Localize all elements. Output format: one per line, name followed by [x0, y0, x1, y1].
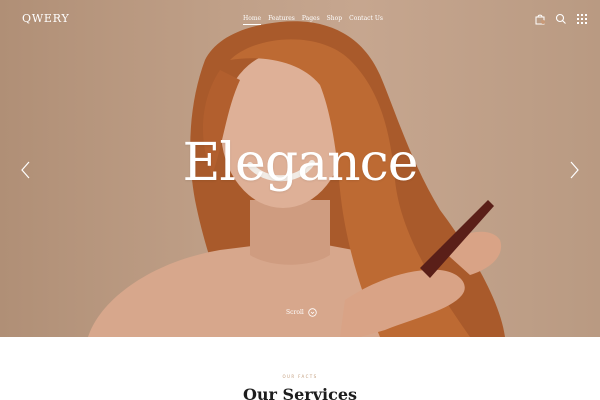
- nav-item-pages[interactable]: Pages: [302, 15, 320, 22]
- chevron-right-icon[interactable]: [567, 160, 581, 180]
- chevron-left-icon[interactable]: [19, 160, 33, 180]
- neck: [250, 200, 330, 265]
- services-eyebrow: OUR FACTS: [282, 374, 318, 379]
- bag-icon[interactable]: [534, 13, 546, 25]
- header-actions: [534, 13, 588, 25]
- grid-menu-icon[interactable]: [576, 13, 588, 25]
- nav-item-home[interactable]: Home: [243, 15, 262, 25]
- site-logo[interactable]: QWERY: [22, 12, 70, 25]
- nav-item-contact-us[interactable]: Contact Us: [349, 15, 383, 22]
- main-nav: Home Features Pages Shop Contact Us: [243, 15, 383, 25]
- scroll-arrow-icon: [308, 308, 317, 317]
- nav-item-shop[interactable]: Shop: [327, 15, 342, 22]
- hero-slider: QWERY Home Features Pages Shop Contact U…: [0, 0, 600, 337]
- search-icon[interactable]: [555, 13, 567, 25]
- top-navigation-bar: QWERY Home Features Pages Shop Contact U…: [0, 0, 600, 36]
- nav-item-features[interactable]: Features: [268, 15, 295, 22]
- services-title: Our Services: [242, 385, 358, 400]
- scroll-down-link[interactable]: Scroll: [286, 308, 317, 317]
- hero-headline: Elegance: [182, 133, 418, 193]
- scroll-label: Scroll: [286, 309, 304, 316]
- services-section: OUR FACTS Our Services: [0, 337, 600, 400]
